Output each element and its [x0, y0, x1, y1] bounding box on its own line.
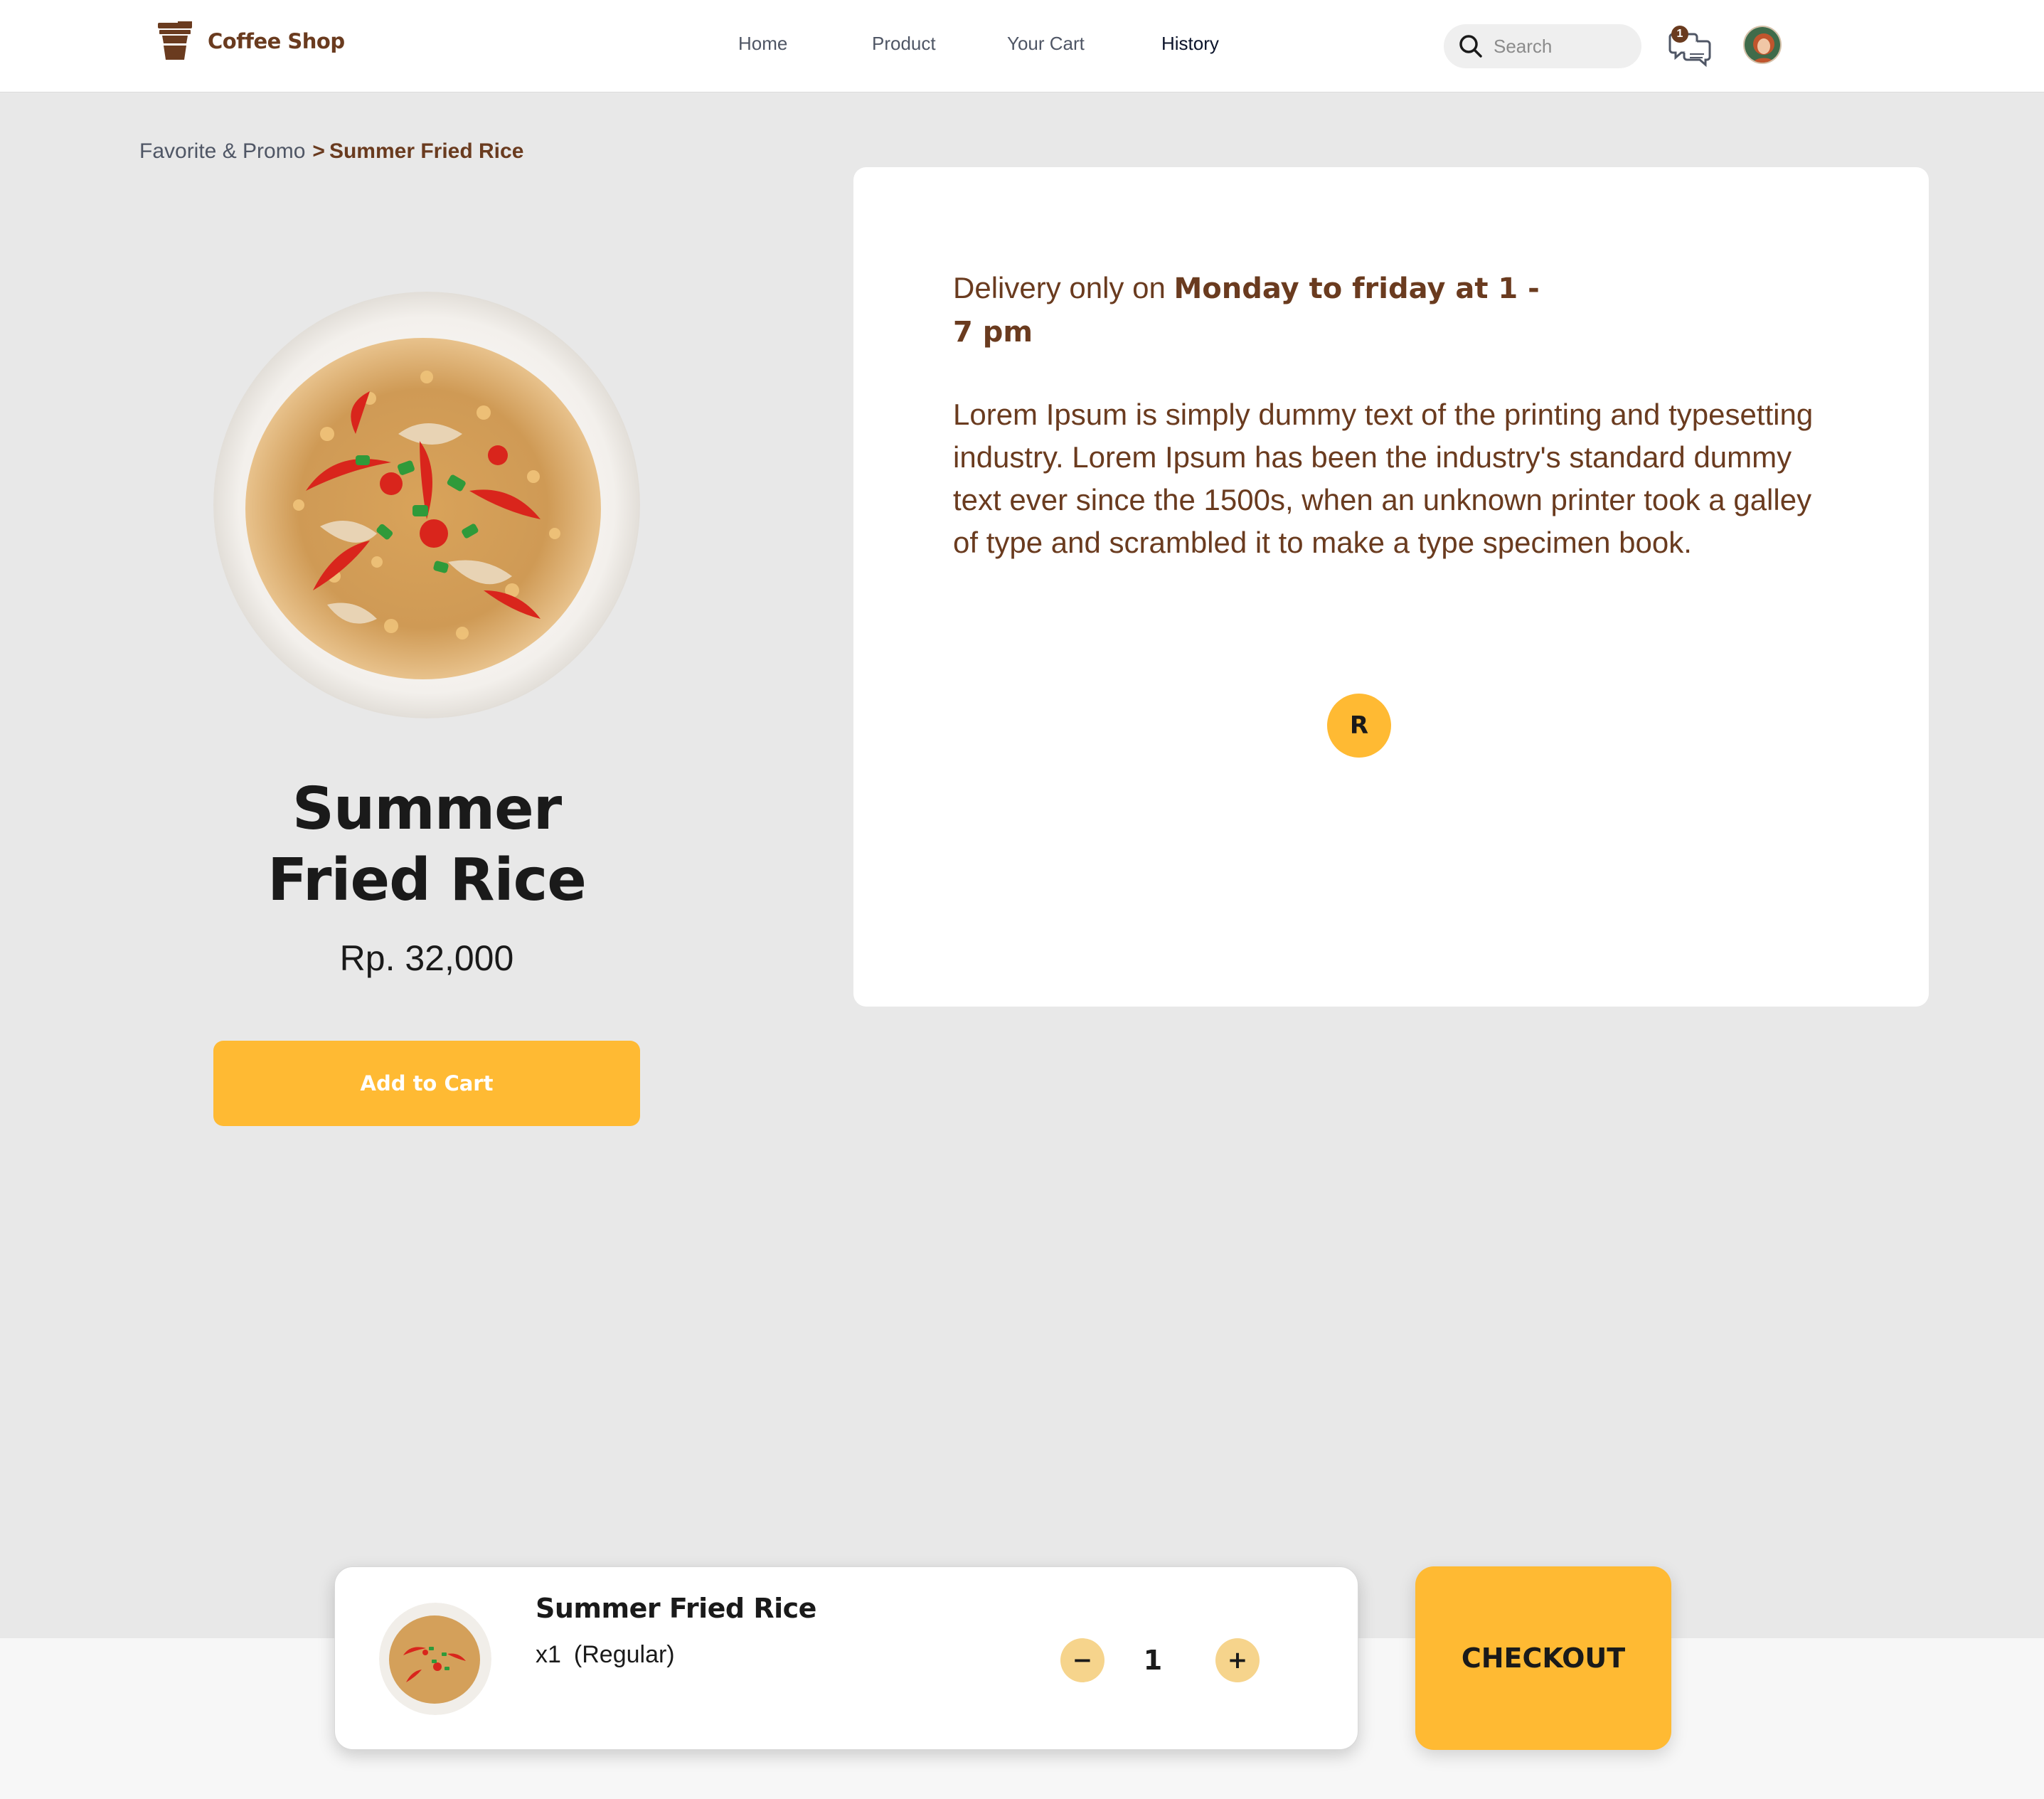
- search-bar[interactable]: [1444, 24, 1641, 68]
- brand-name: Coffee Shop: [208, 29, 345, 53]
- user-avatar[interactable]: [1743, 26, 1782, 64]
- breadcrumb: Favorite & Promo > Summer Fried Rice: [139, 139, 523, 164]
- breadcrumb-current: Summer Fried Rice: [329, 139, 524, 163]
- breadcrumb-separator: >: [312, 139, 325, 163]
- checkout-button[interactable]: CHECKOUT: [1415, 1566, 1671, 1750]
- cart-item-thumbnail: [379, 1603, 491, 1715]
- product-title: Summer Fried Rice: [267, 775, 587, 914]
- nav-link-your-cart[interactable]: Your Cart: [1007, 33, 1085, 55]
- cart-summary-card: Summer Fried Rice x1 (Regular) − 1 +: [334, 1566, 1358, 1750]
- nav-link-product[interactable]: Product: [872, 33, 936, 55]
- cart-item-detail: x1 (Regular): [536, 1641, 675, 1669]
- cart-item-name: Summer Fried Rice: [536, 1593, 816, 1624]
- nav-link-home[interactable]: Home: [738, 33, 787, 55]
- quantity-value: 1: [1143, 1645, 1163, 1676]
- top-navbar: Coffee Shop Home Product Your Cart Histo…: [0, 0, 2044, 92]
- coffee-cup-icon: [158, 21, 192, 60]
- product-description: Lorem Ipsum is simply dummy text of the …: [953, 398, 1814, 559]
- delivery-prefix: Delivery only on: [953, 271, 1174, 304]
- search-input[interactable]: [1494, 35, 1629, 58]
- product-image: [213, 292, 640, 718]
- product-price: Rp. 32,000: [339, 938, 514, 978]
- nav-link-history[interactable]: History: [1161, 33, 1219, 55]
- cart-item-size: (Regular): [573, 1641, 675, 1668]
- brand-logo[interactable]: Coffee Shop: [156, 20, 345, 63]
- add-to-cart-button[interactable]: Add to Cart: [213, 1041, 640, 1126]
- search-icon: [1459, 35, 1482, 58]
- cart-item-quantity: x1: [536, 1641, 561, 1668]
- quantity-increase-button[interactable]: +: [1215, 1638, 1260, 1682]
- chat-badge: 1: [1671, 26, 1688, 43]
- breadcrumb-parent-link[interactable]: Favorite & Promo: [139, 139, 305, 163]
- quantity-decrease-button[interactable]: −: [1060, 1638, 1104, 1682]
- size-option-regular[interactable]: R: [1327, 694, 1391, 758]
- product-detail-card: Delivery only on Monday to friday at 1 -…: [853, 167, 1929, 1007]
- delivery-info: Delivery only on Monday to friday at 1 -…: [953, 267, 1565, 354]
